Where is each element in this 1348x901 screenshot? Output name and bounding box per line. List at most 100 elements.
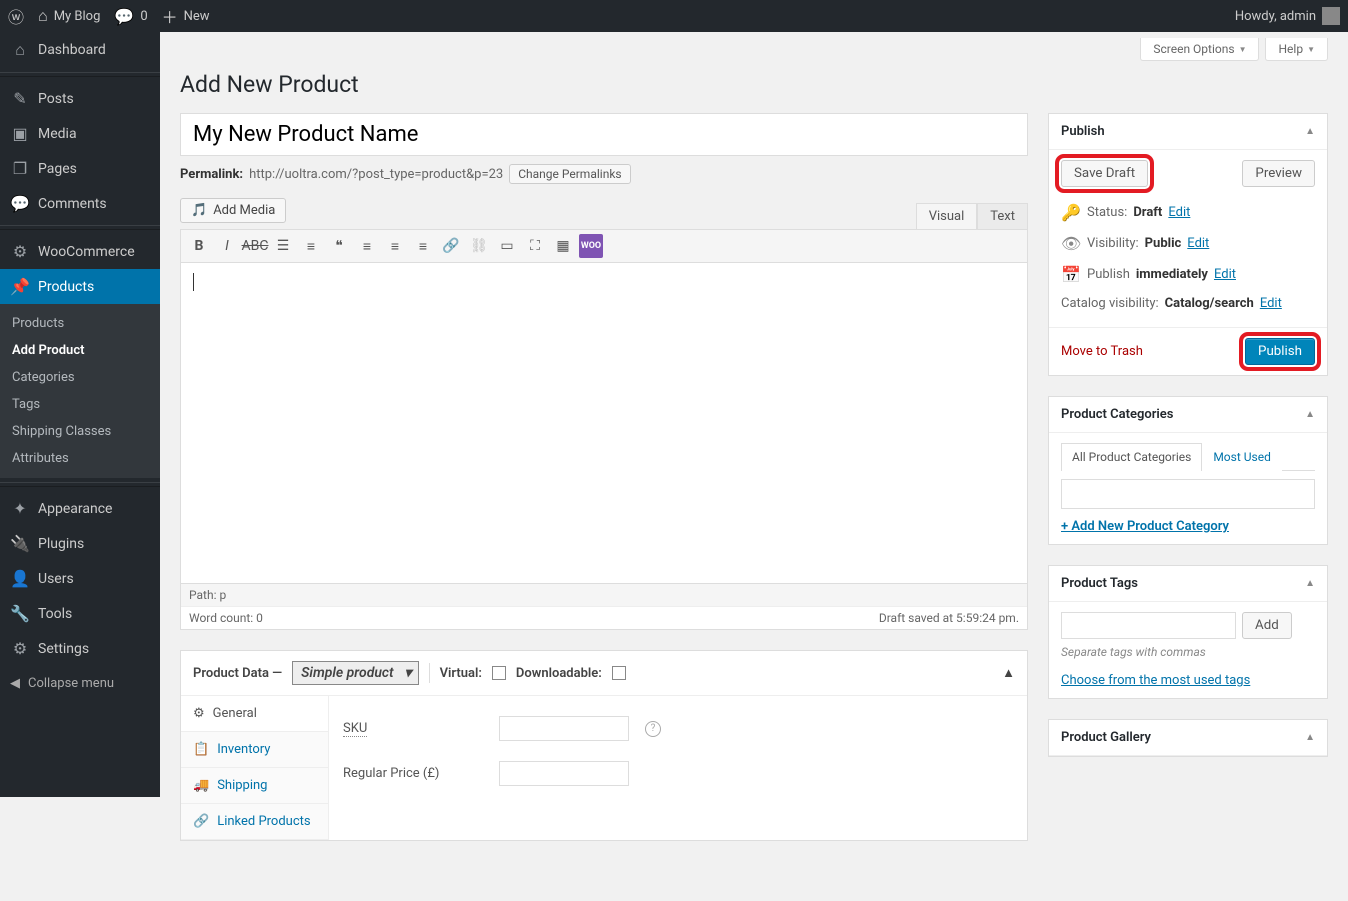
toggle-icon[interactable]: ▲ — [1305, 578, 1315, 589]
quote-button[interactable]: ❝ — [327, 234, 351, 258]
tags-title: Product Tags — [1061, 576, 1138, 591]
link-button[interactable]: 🔗 — [439, 234, 463, 258]
menu-pages[interactable]: ❐Pages — [0, 151, 160, 186]
sku-label: SKU — [343, 721, 483, 736]
permalink-label: Permalink: — [180, 167, 243, 182]
toggle-icon[interactable]: ▲ — [1305, 126, 1315, 137]
help-icon[interactable]: ? — [645, 721, 661, 737]
regular-price-label: Regular Price (£) — [343, 766, 483, 781]
number-list-button[interactable]: ≡ — [299, 234, 323, 258]
move-to-trash-link[interactable]: Move to Trash — [1061, 344, 1143, 359]
submenu-shipping-classes[interactable]: Shipping Classes — [0, 418, 160, 445]
menu-posts[interactable]: ✎Posts — [0, 81, 160, 116]
status-value: Draft — [1133, 205, 1162, 220]
downloadable-checkbox[interactable] — [612, 666, 626, 680]
publish-button[interactable]: Publish — [1245, 338, 1315, 365]
add-category-link[interactable]: + Add New Product Category — [1061, 519, 1229, 534]
new-link[interactable]: ＋New — [162, 4, 210, 28]
publish-when: immediately — [1136, 267, 1208, 282]
publish-box: Publish▲ Save Draft Preview 🔑Status: Dra… — [1048, 113, 1328, 376]
italic-button[interactable]: I — [215, 234, 239, 258]
menu-settings[interactable]: ⚙Settings — [0, 631, 160, 666]
edit-status-link[interactable]: Edit — [1168, 205, 1190, 220]
collapse-menu[interactable]: ◀Collapse menu — [0, 666, 160, 701]
tab-inventory[interactable]: 📋Inventory — [181, 732, 328, 768]
bold-button[interactable]: B — [187, 234, 211, 258]
bullet-list-button[interactable]: ☰ — [271, 234, 295, 258]
regular-price-input[interactable] — [499, 761, 629, 786]
menu-users[interactable]: 👤Users — [0, 561, 160, 596]
edit-catalog-link[interactable]: Edit — [1260, 296, 1282, 311]
submenu-tags[interactable]: Tags — [0, 391, 160, 418]
preview-button[interactable]: Preview — [1242, 160, 1315, 187]
strike-button[interactable]: ABC — [243, 234, 267, 258]
editor-toolbar: B I ABC ☰ ≡ ❝ ≡ ≡ ≡ 🔗 ⛓ ▭ ⛶ ▦ WOO — [181, 230, 1027, 263]
align-left-button[interactable]: ≡ — [355, 234, 379, 258]
choose-tags-link[interactable]: Choose from the most used tags — [1061, 673, 1250, 688]
edit-visibility-link[interactable]: Edit — [1187, 236, 1209, 251]
wp-logo[interactable]: ⓦ — [8, 4, 24, 28]
editor-path: Path: p — [181, 583, 1027, 606]
sku-input[interactable] — [499, 716, 629, 741]
text-tab[interactable]: Text — [977, 203, 1028, 229]
submenu-attributes[interactable]: Attributes — [0, 445, 160, 472]
comments-count: 0 — [140, 9, 147, 24]
menu-plugins[interactable]: 🔌Plugins — [0, 526, 160, 561]
site-link[interactable]: ⌂My Blog — [38, 6, 100, 26]
eye-icon: 👁 — [1061, 234, 1081, 253]
permalink-url: http://uoltra.com/?post_type=product&p=2… — [249, 167, 503, 182]
category-list[interactable] — [1061, 479, 1315, 509]
draft-saved: Draft saved at 5:59:24 pm. — [879, 611, 1019, 625]
tab-shipping[interactable]: 🚚Shipping — [181, 768, 328, 804]
change-permalinks-button[interactable]: Change Permalinks — [509, 164, 630, 184]
tab-general[interactable]: ⚙General — [181, 696, 328, 732]
permalink-row: Permalink: http://uoltra.com/?post_type=… — [180, 164, 1028, 184]
comments-link[interactable]: 💬0 — [114, 7, 147, 26]
toolbar-toggle-button[interactable]: ▦ — [551, 234, 575, 258]
save-draft-button[interactable]: Save Draft — [1061, 160, 1148, 187]
categories-box: Product Categories▲ All Product Categori… — [1048, 396, 1328, 545]
unlink-button[interactable]: ⛓ — [467, 234, 491, 258]
products-submenu: ProductsAdd ProductCategoriesTagsShippin… — [0, 304, 160, 478]
tag-input[interactable] — [1061, 612, 1236, 639]
gallery-title: Product Gallery — [1061, 730, 1151, 745]
virtual-checkbox[interactable] — [492, 666, 506, 680]
menu-dashboard[interactable]: ⌂Dashboard — [0, 32, 160, 68]
submenu-categories[interactable]: Categories — [0, 364, 160, 391]
virtual-label: Virtual: — [440, 666, 482, 681]
more-button[interactable]: ▭ — [495, 234, 519, 258]
product-title-input[interactable] — [180, 113, 1028, 156]
help-tab[interactable]: Help ▼ — [1265, 38, 1328, 61]
menu-woocommerce[interactable]: ⚙WooCommerce — [0, 234, 160, 269]
publish-title: Publish — [1061, 124, 1105, 139]
menu-appearance[interactable]: ✦Appearance — [0, 491, 160, 526]
toggle-icon[interactable]: ▲ — [1305, 409, 1315, 420]
tab-linked[interactable]: 🔗Linked Products — [181, 804, 328, 840]
submenu-products[interactable]: Products — [0, 310, 160, 337]
screen-options-tab[interactable]: Screen Options ▼ — [1140, 38, 1259, 61]
tags-hint: Separate tags with commas — [1061, 645, 1315, 659]
tab-most-used[interactable]: Most Used — [1202, 443, 1282, 471]
edit-publish-link[interactable]: Edit — [1214, 267, 1236, 282]
menu-products[interactable]: 📌Products — [0, 269, 160, 304]
tab-all-categories[interactable]: All Product Categories — [1061, 443, 1202, 471]
tags-box: Product Tags ▲ Add Separate tags with com… — [1048, 565, 1328, 699]
align-center-button[interactable]: ≡ — [383, 234, 407, 258]
submenu-add-product[interactable]: Add Product — [0, 337, 160, 364]
account-link[interactable]: Howdy, admin — [1235, 7, 1340, 25]
menu-comments[interactable]: 💬Comments — [0, 186, 160, 221]
fullscreen-button[interactable]: ⛶ — [523, 234, 547, 258]
product-data-title: Product Data — — [193, 666, 282, 681]
editor-textarea[interactable] — [181, 263, 1027, 583]
menu-media[interactable]: ▣Media — [0, 116, 160, 151]
add-media-button[interactable]: 🎵Add Media — [180, 198, 286, 223]
woo-shortcode-button[interactable]: WOO — [579, 234, 603, 258]
avatar — [1322, 7, 1340, 25]
menu-tools[interactable]: 🔧Tools — [0, 596, 160, 631]
visual-tab[interactable]: Visual — [916, 203, 978, 229]
toggle-icon[interactable]: ▲ — [1305, 732, 1315, 743]
product-type-select[interactable]: Simple product — [292, 661, 418, 685]
align-right-button[interactable]: ≡ — [411, 234, 435, 258]
toggle-icon[interactable]: ▲ — [1002, 665, 1015, 681]
add-tag-button[interactable]: Add — [1242, 612, 1292, 639]
